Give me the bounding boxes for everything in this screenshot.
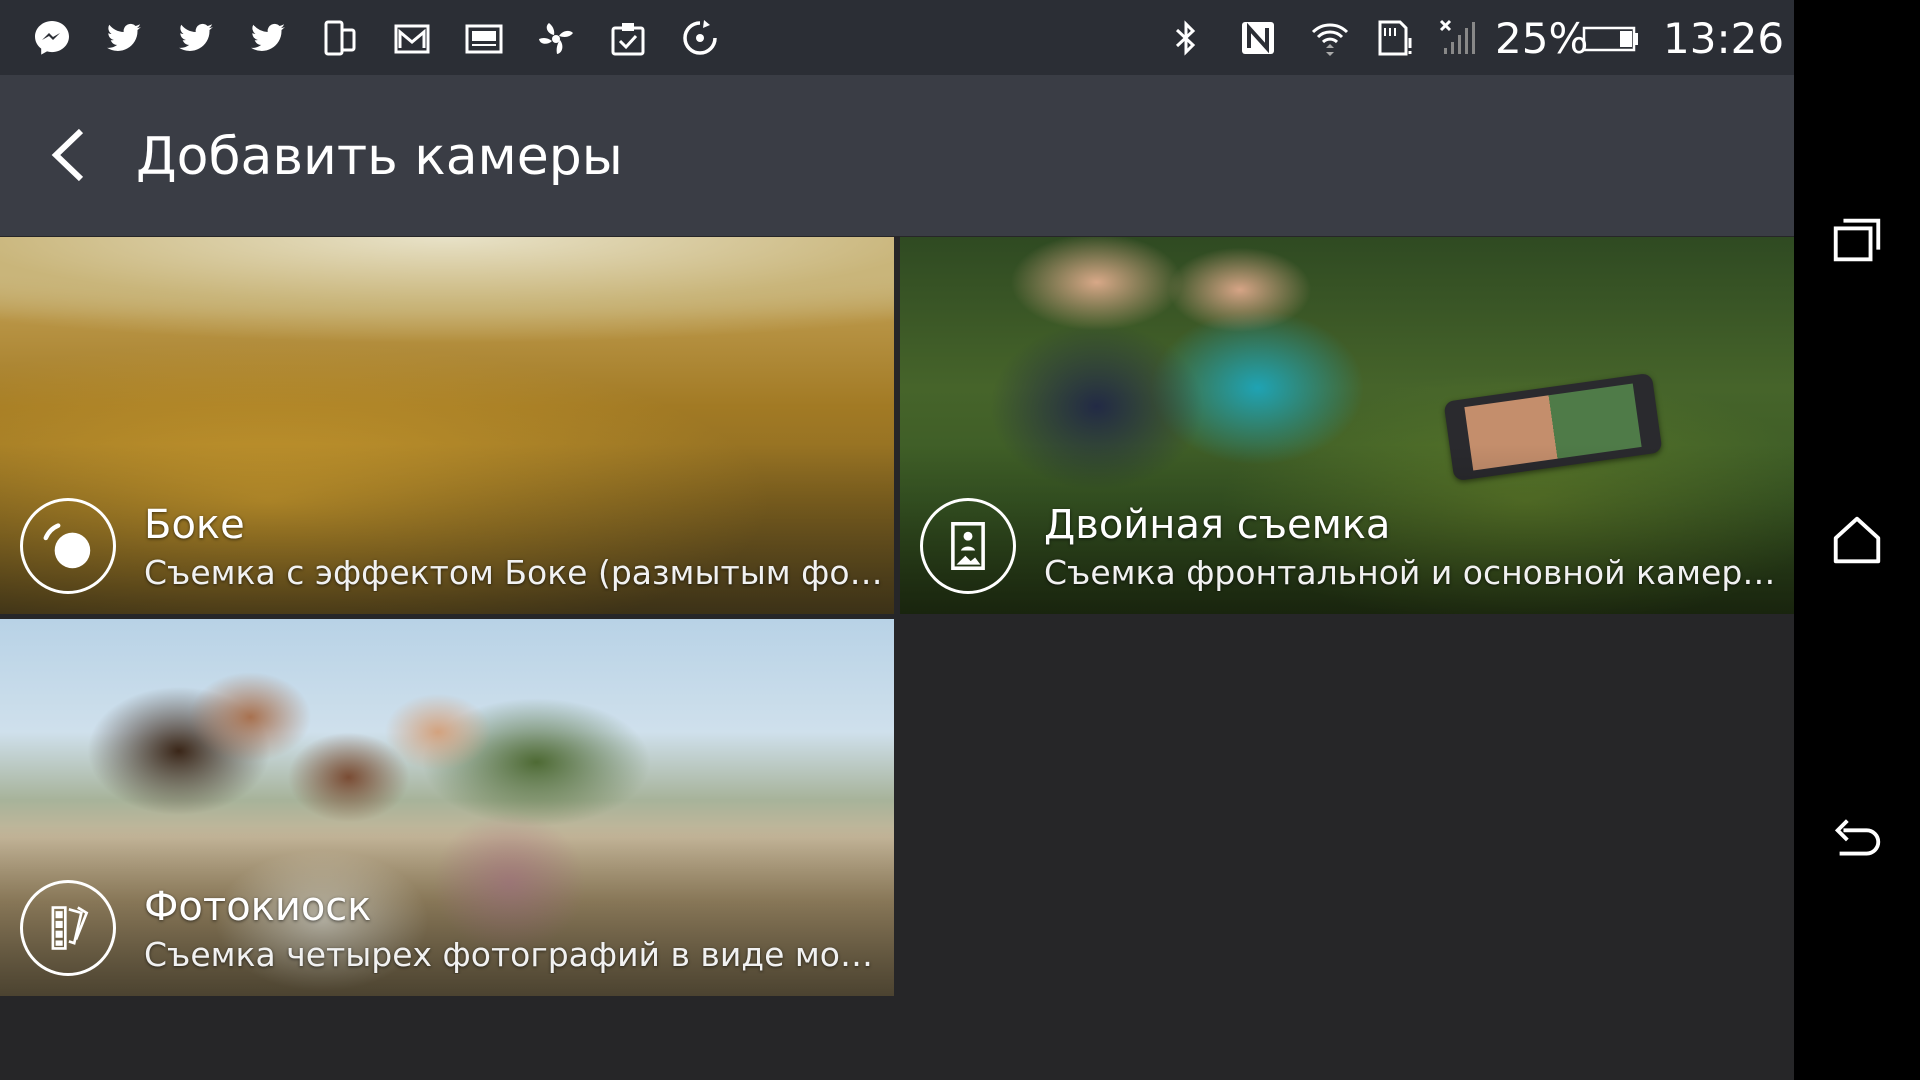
dual-screen-icon <box>318 18 362 58</box>
bluetooth-icon <box>1164 18 1208 58</box>
photo-booth-icon <box>20 880 116 976</box>
nfc-icon <box>1236 18 1280 58</box>
bokeh-icon <box>20 498 116 594</box>
back-arrow-icon <box>1834 819 1881 856</box>
back-button[interactable] <box>38 119 98 191</box>
home-button[interactable] <box>1822 505 1892 575</box>
recent-apps-button[interactable] <box>1822 205 1892 275</box>
messenger-icon <box>30 18 74 58</box>
sync-icon <box>678 18 722 58</box>
wifi-icon <box>1308 18 1352 58</box>
action-bar: Добавить камеры <box>0 75 1794 236</box>
card-subtitle: Съемка с эффектом Боке (размытым фоно... <box>144 553 886 592</box>
page-title: Добавить камеры <box>136 127 623 187</box>
twitter-icon <box>102 18 146 58</box>
camera-mode-card-bokeh[interactable]: Боке Съемка с эффектом Боке (размытым фо… <box>0 237 894 614</box>
dual-capture-icon <box>920 498 1016 594</box>
camera-mode-card-photo-booth[interactable]: Фотокиоск Съемка четырех фотографий в ви… <box>0 619 894 996</box>
card-title: Боке <box>144 502 245 548</box>
camera-mode-grid: Боке Съемка с эффектом Боке (размытым фо… <box>0 236 1794 1080</box>
sd-card-warning-icon <box>1372 18 1416 58</box>
clock: 13:26 <box>1663 14 1785 63</box>
signal-no-service-icon <box>1436 18 1480 58</box>
navigation-bar <box>1794 0 1920 1080</box>
home-icon <box>1833 516 1881 564</box>
twitter-icon <box>174 18 218 58</box>
clipboard-check-icon <box>606 18 650 58</box>
camera-mode-card-dual-capture[interactable]: Двойная съемка Съемка фронтальной и осно… <box>900 237 1794 614</box>
battery-icon <box>1582 18 1640 58</box>
back-nav-button[interactable] <box>1822 805 1892 875</box>
battery-percent: 25% <box>1495 14 1589 63</box>
recent-apps-icon <box>1833 218 1881 262</box>
chevron-left-icon <box>51 128 84 182</box>
twitter-icon <box>246 18 290 58</box>
image-icon <box>462 18 506 58</box>
mail-icon <box>390 18 434 58</box>
card-title: Двойная съемка <box>1044 502 1391 548</box>
card-subtitle: Съемка четырех фотографий в виде мозаи..… <box>144 935 886 974</box>
card-subtitle: Съемка фронтальной и основной камерами. <box>1044 553 1786 592</box>
card-title: Фотокиоск <box>144 884 372 930</box>
fan-icon <box>534 18 578 58</box>
status-bar: 25% 13:26 <box>0 0 1794 75</box>
